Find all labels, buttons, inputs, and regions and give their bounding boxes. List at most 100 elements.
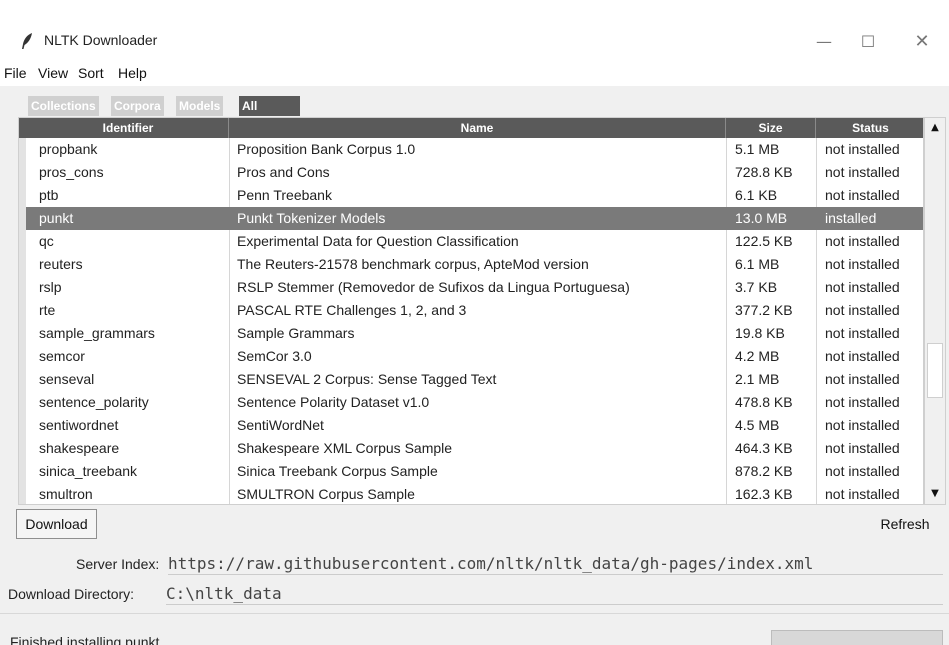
cell-name: SENSEVAL 2 Corpus: Sense Tagged Text — [237, 371, 497, 387]
cell-identifier: rte — [39, 302, 56, 318]
window-top-band — [0, 0, 949, 18]
cell-status: not installed — [825, 417, 900, 433]
cell-identifier: rslp — [39, 279, 62, 295]
cell-size: 728.8 KB — [735, 164, 793, 180]
cell-name: SemCor 3.0 — [237, 348, 312, 364]
table-row[interactable]: qc Experimental Data for Question Classif… — [19, 230, 923, 253]
table-row[interactable]: ptb Penn Treebank 6.1 KB not installed — [19, 184, 923, 207]
cell-identifier: pros_cons — [39, 164, 104, 180]
cell-status: not installed — [825, 394, 900, 410]
table-row[interactable]: sentiwordnet SentiWordNet 4.5 MB not instal… — [19, 414, 923, 437]
cell-name: Sentence Polarity Dataset v1.0 — [237, 394, 430, 410]
triangle-up-icon[interactable]: ▲ — [925, 118, 945, 138]
table-row[interactable]: sample_grammars Sample Grammars 19.8 KB not… — [19, 322, 923, 345]
cell-identifier: propbank — [39, 141, 98, 157]
row-gutter — [19, 460, 26, 483]
cell-size: 5.1 MB — [735, 141, 780, 157]
cell-size: 13.0 MB — [735, 210, 788, 226]
row-gutter — [19, 345, 26, 368]
cell-status: not installed — [825, 371, 900, 387]
cell-status: not installed — [825, 302, 900, 318]
menu-file[interactable]: File — [4, 65, 27, 81]
table-row[interactable]: shakespeare Shakespeare XML Corpus Sample… — [19, 437, 923, 460]
cell-identifier: sinica_treebank — [39, 463, 138, 479]
tab-collections[interactable]: Collections — [28, 96, 99, 116]
row-gutter — [19, 276, 26, 299]
close-button[interactable]: ✕ — [907, 30, 937, 54]
column-header-name[interactable]: Name — [229, 118, 726, 138]
download-button[interactable]: Download — [16, 509, 97, 539]
table-row[interactable]: rte PASCAL RTE Challenges 1, 2, and 3 377.… — [19, 299, 923, 322]
table-row[interactable]: reuters The Reuters-21578 benchmark corpu… — [19, 253, 923, 276]
menu-sort[interactable]: Sort — [78, 65, 104, 81]
table-header: Identifier Name Size Status — [19, 118, 923, 138]
menu-help[interactable]: Help — [118, 65, 147, 81]
cell-status: not installed — [825, 164, 900, 180]
table-row[interactable]: smultron SMULTRON Corpus Sample 162.3 KB no… — [19, 483, 923, 504]
cell-identifier: qc — [39, 233, 54, 249]
cell-status: not installed — [825, 187, 900, 203]
cell-status: not installed — [825, 463, 900, 479]
triangle-down-icon[interactable]: ▼ — [925, 484, 945, 504]
server-index-field[interactable]: https://raw.githubusercontent.com/nltk/n… — [168, 553, 943, 575]
cell-status: not installed — [825, 256, 900, 272]
table-row[interactable]: semcor SemCor 3.0 4.2 MB not installed — [19, 345, 923, 368]
cell-size: 162.3 KB — [735, 486, 793, 502]
cell-name: The Reuters-21578 benchmark corpus, Apte… — [237, 256, 589, 272]
row-gutter — [19, 253, 26, 276]
row-gutter — [19, 184, 26, 207]
cell-status: not installed — [825, 325, 900, 341]
maximize-button[interactable]: ☐ — [853, 30, 883, 54]
menu-view[interactable]: View — [38, 65, 68, 81]
tab-models[interactable]: Models — [176, 96, 224, 116]
cell-status: not installed — [825, 141, 900, 157]
refresh-button[interactable]: Refresh — [872, 509, 938, 539]
tab-all-packages[interactable]: All Packages — [239, 96, 301, 133]
cell-identifier: semcor — [39, 348, 85, 364]
row-gutter — [19, 368, 26, 391]
download-directory-field[interactable]: C:\nltk_data — [166, 583, 943, 605]
cell-name: Experimental Data for Question Classific… — [237, 233, 519, 249]
window-title: NLTK Downloader — [44, 32, 158, 48]
table-row[interactable]: sentence_polarity Sentence Polarity Datas… — [19, 391, 923, 414]
cell-identifier: sentence_polarity — [39, 394, 149, 410]
table-row[interactable]: punkt Punkt Tokenizer Models 13.0 MB instal… — [19, 207, 923, 230]
column-header-status[interactable]: Status — [816, 118, 923, 138]
table-row[interactable]: propbank Proposition Bank Corpus 1.0 5.1 M… — [19, 138, 923, 161]
cell-identifier: sample_grammars — [39, 325, 155, 341]
row-gutter — [19, 391, 26, 414]
row-gutter — [19, 322, 26, 345]
row-gutter — [19, 299, 26, 322]
server-index-label: Server Index: — [76, 556, 160, 572]
cell-size: 19.8 KB — [735, 325, 785, 341]
packages-table: Identifier Name Size Status propbank Prop… — [18, 117, 924, 505]
column-header-identifier[interactable]: Identifier — [28, 118, 229, 138]
table-row[interactable]: pros_cons Pros and Cons 728.8 KB not instal… — [19, 161, 923, 184]
cell-identifier: reuters — [39, 256, 83, 272]
cell-size: 878.2 KB — [735, 463, 793, 479]
cell-name: SentiWordNet — [237, 417, 324, 433]
table-row[interactable]: rslp RSLP Stemmer (Removedor de Sufixos d… — [19, 276, 923, 299]
cell-name: Penn Treebank — [237, 187, 332, 203]
cell-size: 122.5 KB — [735, 233, 793, 249]
menu-bar: File View Sort Help — [0, 62, 949, 86]
column-header-size[interactable]: Size — [726, 118, 816, 138]
cell-size: 4.2 MB — [735, 348, 780, 364]
row-gutter — [19, 161, 26, 184]
cell-identifier: senseval — [39, 371, 95, 387]
minimize-button[interactable]: — — [809, 30, 839, 54]
table-row[interactable]: sinica_treebank Sinica Treebank Corpus Sa… — [19, 460, 923, 483]
tab-corpora[interactable]: Corpora — [111, 96, 164, 116]
download-directory-label: Download Directory: — [8, 586, 135, 602]
feather-icon — [20, 32, 34, 50]
cell-size: 6.1 KB — [735, 187, 778, 203]
cell-size: 6.1 MB — [735, 256, 780, 272]
cell-name: Pros and Cons — [237, 164, 330, 180]
cell-name: RSLP Stemmer (Removedor de Sufixos da Li… — [237, 279, 630, 295]
table-scrollbar[interactable]: ▲ ▼ — [924, 117, 946, 505]
scrollbar-thumb[interactable] — [927, 343, 943, 398]
table-row[interactable]: senseval SENSEVAL 2 Corpus: Sense Tagged … — [19, 368, 923, 391]
cell-name: Shakespeare XML Corpus Sample — [237, 440, 453, 456]
cell-name: PASCAL RTE Challenges 1, 2, and 3 — [237, 302, 467, 318]
cell-status: not installed — [825, 279, 900, 295]
